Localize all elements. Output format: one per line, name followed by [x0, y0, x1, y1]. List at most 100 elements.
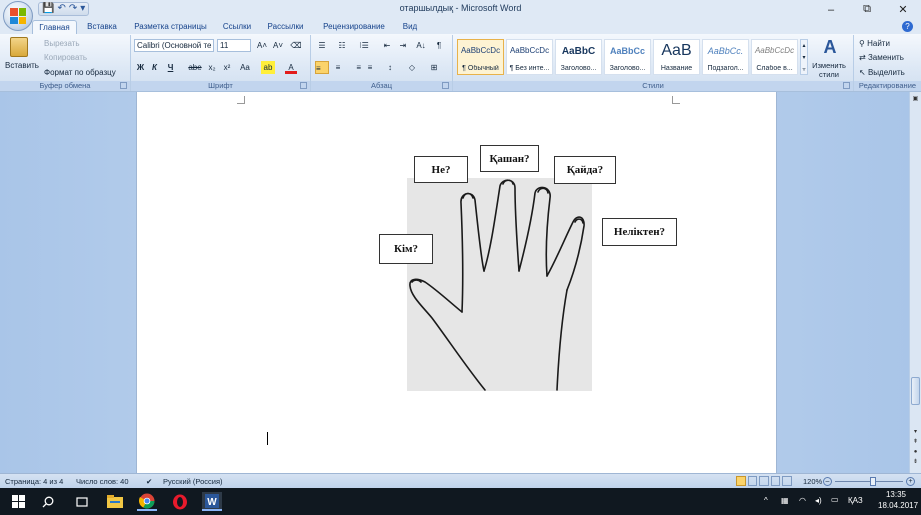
align-center-button[interactable]: ≡: [331, 61, 345, 74]
show-hidden-icons[interactable]: ^: [764, 496, 768, 515]
ruler-toggle-icon[interactable]: ▣: [910, 94, 921, 104]
word-count[interactable]: Число слов: 40: [76, 477, 129, 486]
tab-references[interactable]: Ссылки: [218, 20, 256, 34]
shrink-font-button[interactable]: A˅: [271, 39, 285, 52]
font-name-select[interactable]: Calibri (Основной те: [134, 39, 214, 52]
language-indicator[interactable]: Русский (Россия): [163, 477, 223, 486]
shading-button[interactable]: ◇: [405, 61, 419, 74]
font-color-button[interactable]: A: [285, 61, 297, 74]
styles-scroll-icon[interactable]: ▴ ▾ ▿: [800, 39, 808, 75]
change-styles-button[interactable]: Изменить стили: [809, 61, 849, 79]
question-why-box[interactable]: Неліктен?: [602, 218, 677, 246]
opera-icon[interactable]: [170, 492, 190, 511]
draft-icon[interactable]: [782, 476, 792, 486]
zoom-slider-thumb[interactable]: [870, 477, 876, 486]
keyboard-language[interactable]: ҚАЗ: [848, 496, 863, 515]
redo-icon[interactable]: ↷: [69, 3, 77, 15]
network-icon[interactable]: ▦: [781, 496, 789, 515]
sort-button[interactable]: A↓: [414, 39, 428, 52]
dialog-launcher-icon[interactable]: [120, 82, 127, 89]
proofing-icon[interactable]: ✔: [146, 477, 152, 486]
next-page-icon[interactable]: ⇟: [910, 457, 921, 467]
subscript-button[interactable]: x₂: [206, 61, 218, 74]
highlight-button[interactable]: ab: [261, 61, 275, 74]
style-title[interactable]: AaB Название: [653, 39, 700, 75]
question-where-box[interactable]: Қайда?: [554, 156, 616, 184]
zoom-level[interactable]: 120%: [803, 477, 822, 486]
find-button[interactable]: ⚲ Найти: [859, 39, 890, 48]
chrome-icon[interactable]: [137, 492, 157, 511]
replace-button[interactable]: ⇄ Заменить: [859, 53, 904, 62]
line-spacing-button[interactable]: ↕: [383, 61, 397, 74]
browse-object-icon[interactable]: ●: [910, 447, 921, 457]
scrollbar-thumb[interactable]: [911, 377, 920, 405]
start-icon[interactable]: [8, 492, 28, 511]
zoom-slider[interactable]: [835, 481, 903, 482]
increase-indent-button[interactable]: ⇥: [397, 39, 409, 52]
tab-review[interactable]: Рецензирование: [314, 20, 394, 34]
word-taskbar-icon[interactable]: W: [202, 492, 222, 511]
save-icon[interactable]: 💾: [42, 3, 54, 15]
document-page[interactable]: Қашан? Не? Қайда? Неліктен? Кім?: [136, 92, 777, 473]
file-explorer-icon[interactable]: [105, 492, 125, 511]
numbering-button[interactable]: ☷: [335, 39, 349, 52]
justify-button[interactable]: ≡: [363, 61, 377, 74]
tab-home[interactable]: Главная: [32, 20, 77, 34]
web-layout-icon[interactable]: [759, 476, 769, 486]
style-normal[interactable]: AaBbCcDc ¶ Обычный: [457, 39, 504, 75]
underline-button[interactable]: Ч: [165, 61, 176, 74]
hand-image[interactable]: [407, 178, 592, 391]
tab-insert[interactable]: Вставка: [82, 20, 122, 34]
show-formatting-button[interactable]: ¶: [433, 39, 445, 52]
copy-button[interactable]: Копировать: [44, 53, 87, 62]
clock[interactable]: 13:35 18.04.2017: [878, 490, 918, 515]
format-painter-button[interactable]: Формат по образцу: [44, 68, 116, 77]
change-case-button[interactable]: Aa: [237, 61, 253, 74]
close-button[interactable]: ✕: [885, 0, 921, 19]
full-screen-icon[interactable]: [747, 476, 758, 486]
help-icon[interactable]: ?: [902, 21, 913, 32]
question-when-box[interactable]: Қашан?: [480, 145, 539, 172]
cut-button[interactable]: Вырезать: [44, 39, 80, 48]
minimize-button[interactable]: –: [813, 0, 849, 19]
bold-button[interactable]: Ж: [135, 61, 146, 74]
dialog-launcher-icon[interactable]: [300, 82, 307, 89]
outline-icon[interactable]: [770, 476, 781, 486]
multilevel-button[interactable]: ⁝☰: [355, 39, 373, 52]
restore-button[interactable]: ⧉: [849, 0, 885, 19]
align-left-button[interactable]: ≡: [315, 61, 329, 74]
tab-mailings[interactable]: Рассылки: [263, 20, 308, 34]
page-count[interactable]: Страница: 4 из 4: [5, 477, 63, 486]
print-layout-icon[interactable]: [736, 476, 746, 486]
qat-customize-icon[interactable]: ▾: [80, 3, 85, 15]
clear-format-button[interactable]: ⌫: [289, 39, 303, 52]
tab-page-layout[interactable]: Разметка страницы: [128, 20, 213, 34]
superscript-button[interactable]: x²: [221, 61, 233, 74]
search-icon[interactable]: [38, 492, 58, 511]
style-heading-2[interactable]: AaBbCc Заголово...: [604, 39, 651, 75]
decrease-indent-button[interactable]: ⇤: [381, 39, 393, 52]
style-no-spacing[interactable]: AaBbCcDc ¶ Без инте...: [506, 39, 553, 75]
grow-font-button[interactable]: A˄: [255, 39, 269, 52]
tab-view[interactable]: Вид: [398, 20, 422, 34]
office-button[interactable]: [3, 1, 33, 31]
question-who-box[interactable]: Кім?: [379, 234, 433, 264]
select-button[interactable]: ↖ Выделить: [859, 68, 905, 77]
undo-icon[interactable]: ↶: [57, 3, 65, 15]
strikethrough-button[interactable]: abe: [187, 61, 203, 74]
question-what-box[interactable]: Не?: [414, 156, 468, 183]
bullets-button[interactable]: ☰: [315, 39, 329, 52]
dialog-launcher-icon[interactable]: [843, 82, 850, 89]
borders-button[interactable]: ⊞: [427, 61, 441, 74]
style-heading-1[interactable]: AaBbC Заголово...: [555, 39, 602, 75]
style-subtle-emphasis[interactable]: AaBbCcDc Слабое в...: [751, 39, 798, 75]
dialog-launcher-icon[interactable]: [442, 82, 449, 89]
align-right-button[interactable]: ≡: [347, 61, 361, 74]
zoom-in-icon[interactable]: +: [906, 477, 915, 486]
previous-page-icon[interactable]: ⇞: [910, 437, 921, 447]
vertical-scrollbar[interactable]: ▣ ▾ ⇞ ● ⇟: [909, 92, 921, 473]
notifications-icon[interactable]: ▭: [831, 495, 839, 515]
wifi-icon[interactable]: ◠: [799, 496, 806, 515]
paste-icon[interactable]: [10, 37, 28, 57]
font-size-select[interactable]: 11: [217, 39, 251, 52]
